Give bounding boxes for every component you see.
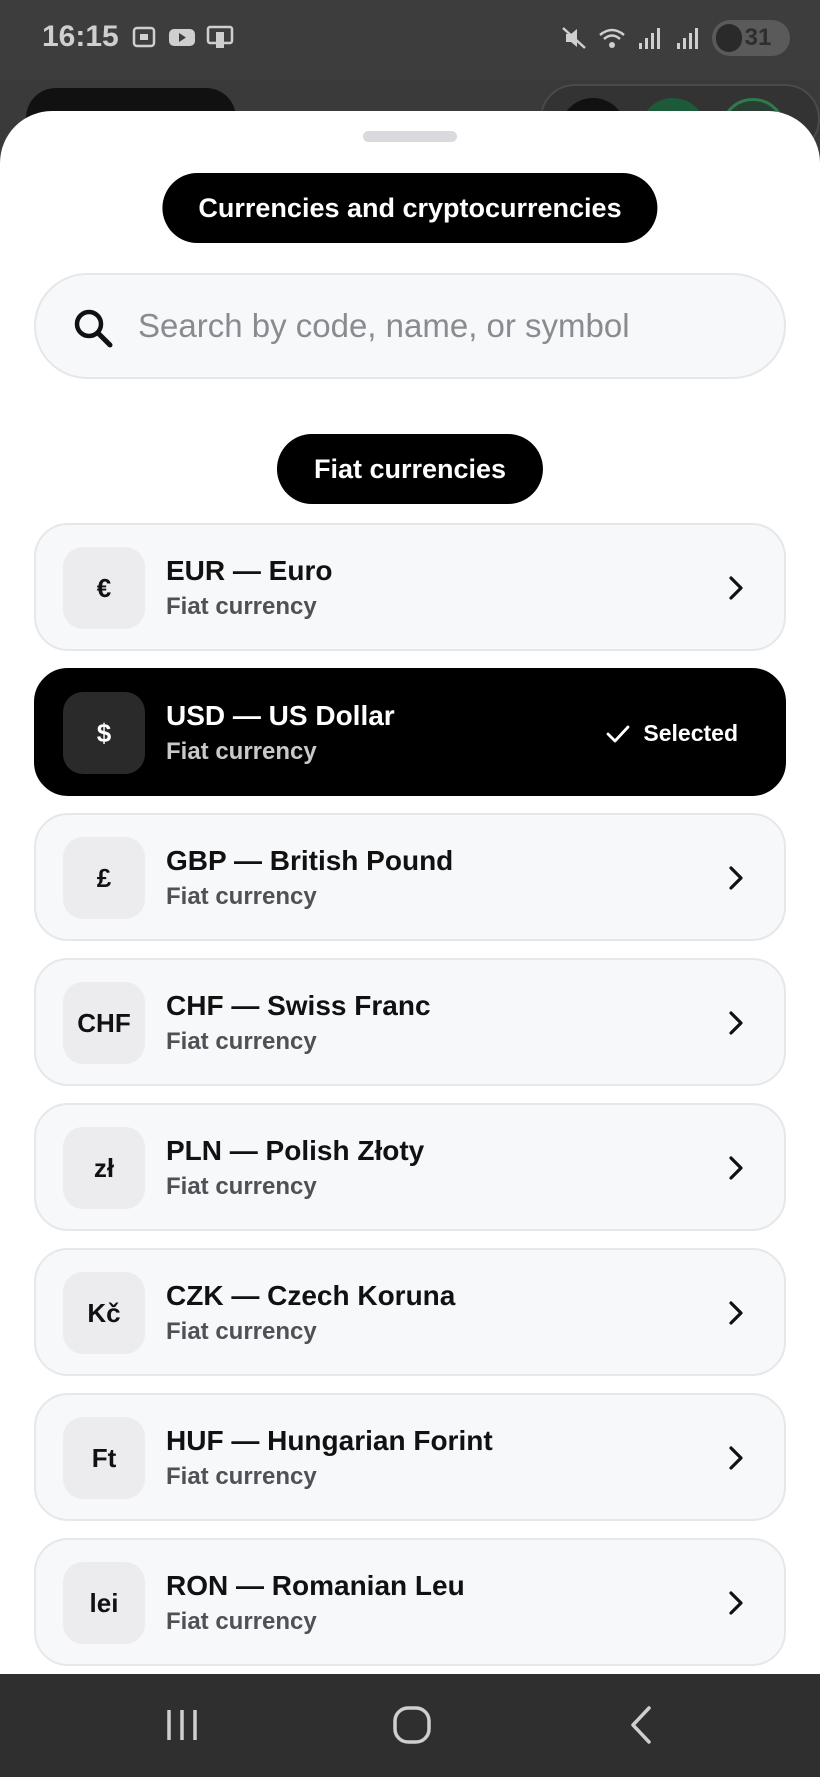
currency-title: GBP — British Pound xyxy=(166,845,454,876)
currency-title: CZK — Czech Koruna xyxy=(166,1280,456,1311)
currency-subtitle: Fiat currency xyxy=(166,593,317,620)
currency-title: CHF — Swiss Franc xyxy=(166,990,431,1021)
currency-symbol: lei xyxy=(63,1562,145,1644)
currency-symbol: € xyxy=(63,547,145,629)
currency-title: USD — US Dollar xyxy=(166,700,395,731)
currency-symbol: Kč xyxy=(63,1272,145,1354)
home-icon[interactable] xyxy=(387,1702,437,1748)
chevron-right-icon xyxy=(729,1301,743,1325)
chevron-right-icon xyxy=(729,866,743,890)
signal-icon-2 xyxy=(677,28,698,49)
currency-title: HUF — Hungarian Forint xyxy=(166,1425,493,1456)
currency-subtitle: Fiat currency xyxy=(166,883,317,910)
status-bar: 16:15 31 xyxy=(0,0,820,80)
currency-title: RON — Romanian Leu xyxy=(166,1570,465,1601)
search-icon xyxy=(74,309,113,348)
currency-symbol: zł xyxy=(63,1127,145,1209)
currency-subtitle: Fiat currency xyxy=(166,1463,317,1490)
currency-subtitle: Fiat currency xyxy=(166,738,317,765)
wifi-icon xyxy=(599,28,625,48)
currency-row[interactable]: CHF CHF — Swiss Franc Fiat currency xyxy=(34,958,786,1086)
mute-icon xyxy=(562,27,586,49)
currency-symbol: $ xyxy=(63,692,145,774)
status-left-icons xyxy=(130,22,234,52)
chevron-right-icon xyxy=(729,1446,743,1470)
currency-title: PLN — Polish Złoty xyxy=(166,1135,425,1166)
youtube-icon xyxy=(169,29,195,46)
currency-symbol: CHF xyxy=(63,982,145,1064)
back-icon[interactable] xyxy=(617,1702,667,1748)
checkmark-icon xyxy=(606,725,630,742)
currency-row[interactable]: zł PLN — Polish Złoty Fiat currency xyxy=(34,1103,786,1231)
selected-indicator: Selected xyxy=(605,720,738,747)
currency-row[interactable]: Kč CZK — Czech Koruna Fiat currency xyxy=(34,1248,786,1376)
chevron-right-icon xyxy=(729,1591,743,1615)
signal-icon xyxy=(639,28,660,49)
sheet-title: Currencies and cryptocurrencies xyxy=(162,173,658,243)
currency-title: EUR — Euro xyxy=(166,555,333,586)
battery-level: 31 xyxy=(744,24,772,51)
currency-row[interactable]: $ USD — US Dollar Fiat currency Selected xyxy=(34,668,786,796)
currency-subtitle: Fiat currency xyxy=(166,1173,317,1200)
chevron-right-icon xyxy=(729,1011,743,1035)
system-nav-bar xyxy=(0,1674,820,1777)
currency-symbol: Ft xyxy=(63,1417,145,1499)
selected-label: Selected xyxy=(643,720,738,746)
chevron-right-icon xyxy=(729,1156,743,1180)
currency-row[interactable]: € EUR — Euro Fiat currency xyxy=(34,523,786,651)
currency-row[interactable]: Ft HUF — Hungarian Forint Fiat currency xyxy=(34,1393,786,1521)
section-title-fiat: Fiat currencies xyxy=(276,434,544,504)
drag-handle[interactable] xyxy=(363,131,457,142)
currency-symbol: £ xyxy=(63,837,145,919)
currency-subtitle: Fiat currency xyxy=(166,1028,317,1055)
currency-row[interactable]: lei RON — Romanian Leu Fiat currency xyxy=(34,1538,786,1666)
currency-row[interactable]: £ GBP — British Pound Fiat currency xyxy=(34,813,786,941)
battery-icon: 31 xyxy=(712,20,790,56)
chevron-right-icon xyxy=(729,576,743,600)
cast-icon xyxy=(206,25,234,48)
currency-list: € EUR — Euro Fiat currency $ USD — US Dollar… xyxy=(34,523,786,1674)
status-time: 16:15 xyxy=(42,20,119,53)
search-bar[interactable] xyxy=(34,273,786,379)
currency-picker-sheet: Currencies and cryptocurrencies Fiat cur… xyxy=(0,111,820,1674)
currency-subtitle: Fiat currency xyxy=(166,1608,317,1635)
recent-apps-icon[interactable] xyxy=(157,1702,207,1748)
screenshot-icon xyxy=(132,26,156,48)
currency-subtitle: Fiat currency xyxy=(166,1318,317,1345)
status-right-icons: 31 xyxy=(560,20,790,56)
search-input[interactable] xyxy=(138,275,758,377)
